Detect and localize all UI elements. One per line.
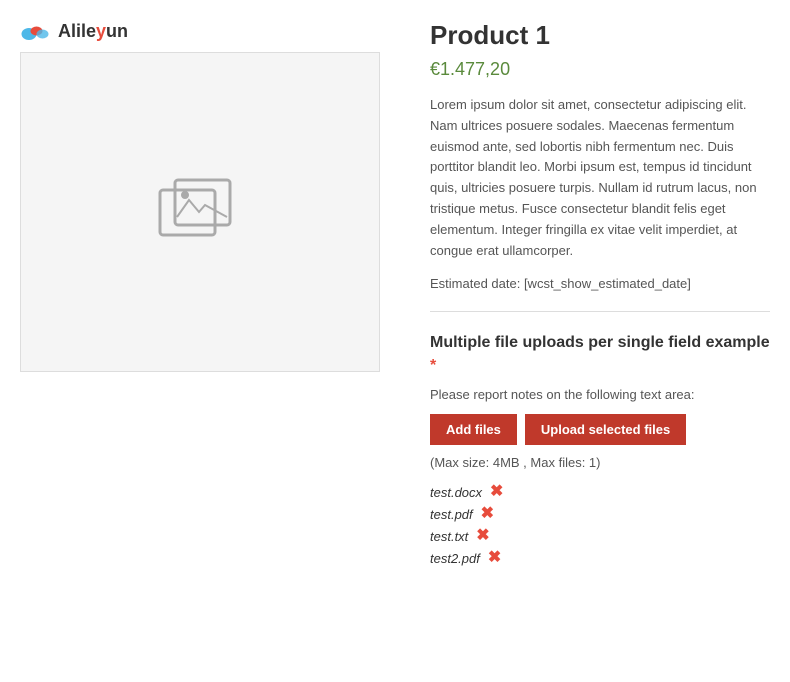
image-placeholder-icon xyxy=(155,175,245,250)
file-item: test.docx ✖ xyxy=(430,484,770,500)
upload-section-title: Multiple file uploads per single field e… xyxy=(430,332,770,377)
product-detail-col: Product 1 €1.477,20 Lorem ipsum dolor si… xyxy=(430,20,770,572)
section-divider xyxy=(430,311,770,312)
product-image-box xyxy=(20,52,380,372)
logo-highlight: y xyxy=(96,21,106,41)
upload-selected-button[interactable]: Upload selected files xyxy=(525,414,686,445)
max-size-info: (Max size: 4MB , Max files: 1) xyxy=(430,455,770,470)
file-remove-button[interactable]: ✖ xyxy=(476,528,489,544)
product-title: Product 1 xyxy=(430,20,770,51)
file-remove-button[interactable]: ✖ xyxy=(490,484,503,500)
file-name: test2.pdf xyxy=(430,551,480,566)
product-description: Lorem ipsum dolor sit amet, consectetur … xyxy=(430,95,770,261)
upload-label: Please report notes on the following tex… xyxy=(430,387,770,402)
file-item: test2.pdf ✖ xyxy=(430,550,770,566)
logo-text: Alileyun xyxy=(58,21,128,42)
product-image-col: Alileyun xyxy=(20,20,410,572)
file-item: test.txt ✖ xyxy=(430,528,770,544)
logo-icon xyxy=(20,20,50,42)
file-item: test.pdf ✖ xyxy=(430,506,770,522)
upload-title-text: Multiple file uploads per single field e… xyxy=(430,334,770,351)
required-star: * xyxy=(430,357,436,374)
product-price: €1.477,20 xyxy=(430,59,770,80)
file-remove-button[interactable]: ✖ xyxy=(488,550,501,566)
file-name: test.pdf xyxy=(430,507,473,522)
file-name: test.txt xyxy=(430,529,468,544)
file-name: test.docx xyxy=(430,485,482,500)
estimated-date: Estimated date: [wcst_show_estimated_dat… xyxy=(430,276,770,291)
file-list: test.docx✖test.pdf✖test.txt✖test2.pdf✖ xyxy=(430,484,770,566)
file-remove-button[interactable]: ✖ xyxy=(481,506,494,522)
add-files-button[interactable]: Add files xyxy=(430,414,517,445)
upload-button-row: Add files Upload selected files xyxy=(430,414,770,445)
logo-area: Alileyun xyxy=(20,20,410,42)
